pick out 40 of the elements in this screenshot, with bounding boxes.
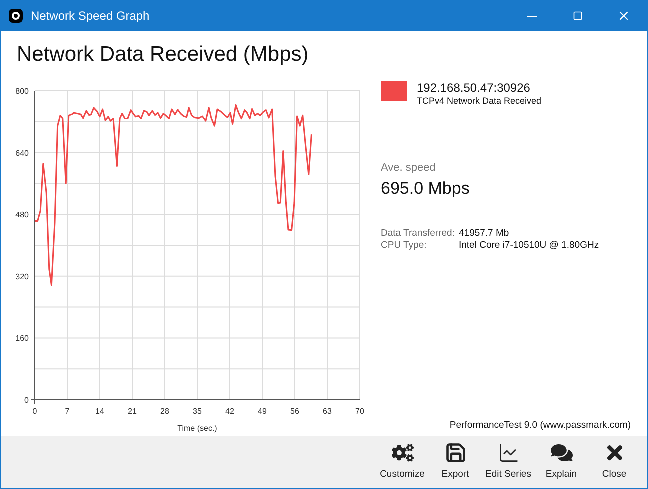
line-chart-icon [498, 442, 520, 464]
x-tick-label: 56 [290, 406, 300, 416]
average-label: Ave. speed [381, 160, 437, 176]
toolbar-button[interactable]: Export [429, 438, 482, 486]
toolbar-button[interactable]: Close [588, 438, 641, 486]
y-tick-label: 640 [16, 148, 29, 158]
average-value: 695.0 Mbps [381, 178, 471, 200]
toolbar-button[interactable]: Explain [535, 438, 588, 486]
maximize-icon [573, 11, 583, 21]
app-icon [9, 9, 23, 23]
x-tick-label: 49 [258, 406, 267, 416]
toolbar-button[interactable]: Edit Series [482, 438, 535, 486]
x-tick-label: 63 [323, 406, 332, 416]
legend-name: 192.168.50.47:30926 [417, 80, 532, 96]
legend-description: TCPv4 Network Data Received [417, 96, 542, 107]
credit-text: PerformanceTest 9.0 (www.passmark.com) [450, 419, 631, 434]
close-icon [617, 9, 631, 23]
graph-title: Network Data Received (Mbps) [17, 42, 310, 68]
x-tick-label: 35 [193, 406, 202, 416]
toolbar-button[interactable]: Customize [376, 438, 429, 486]
y-tick-label: 480 [16, 210, 29, 220]
y-tick-label: 160 [16, 334, 29, 343]
x-tick-label: 28 [160, 406, 170, 416]
y-tick-label: 320 [16, 272, 29, 281]
x-tick-label: 14 [96, 406, 104, 416]
detail-value: 41957.7 Mb [459, 228, 510, 240]
gears-icon [392, 442, 414, 464]
x-tick-label: 0 [32, 406, 38, 416]
x-tick-label: 21 [128, 406, 137, 416]
x-axis-label: Time (sec.) [178, 424, 218, 432]
detail-label: CPU Type: [381, 240, 428, 252]
y-tick-label: 800 [16, 86, 29, 96]
window-title: Network Speed Graph [31, 8, 150, 25]
detail-value: Intel Core i7-10510U @ 1.80GHz [459, 240, 600, 252]
speech-bubbles-icon [550, 442, 572, 464]
x-tick-label: 70 [356, 406, 364, 416]
x-tick-label: 7 [65, 406, 70, 416]
detail-label: Data Transferred: [381, 228, 456, 240]
y-tick-label: 0 [24, 396, 29, 404]
x-tick-label: 42 [226, 406, 234, 416]
